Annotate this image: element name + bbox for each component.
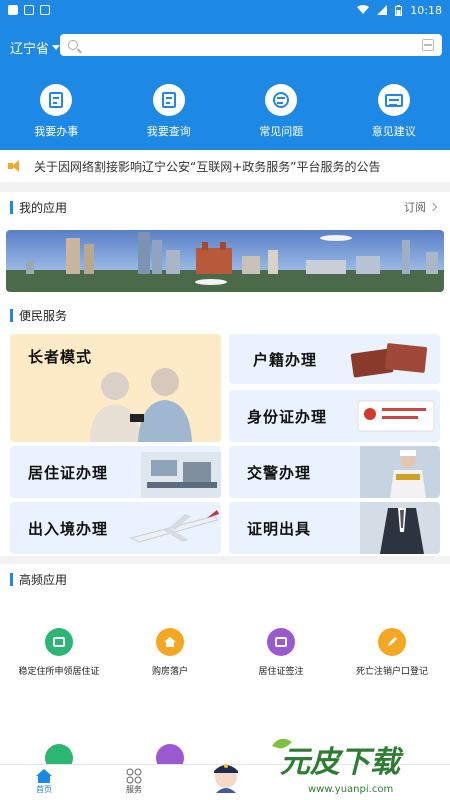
tile-label: 证明出具 xyxy=(247,520,312,538)
section-title: 高频应用 xyxy=(19,572,68,587)
high-freq-header: 高频应用 xyxy=(0,564,450,594)
region-label: 辽宁省 xyxy=(10,42,50,57)
status-time: 10:18 xyxy=(410,3,442,17)
notice-text: 关于因网络割接影响辽宁公安“互联网+政务服务”平台服务的公告 xyxy=(34,159,381,174)
quick-action-feedback[interactable]: 意见建议 xyxy=(338,84,450,139)
image-notification-icon xyxy=(24,5,34,15)
speaker-icon xyxy=(8,160,22,172)
chevron-right-icon xyxy=(428,202,438,212)
status-bar: 10:18 xyxy=(0,0,450,20)
services-grid: 长者模式 户籍办理 身份证办理 居住证办理 交警办理 出入境办理 证明出具 xyxy=(0,328,450,556)
nav-assistant[interactable] xyxy=(196,759,256,793)
tile-residence-permit[interactable]: 居住证办理 xyxy=(10,446,221,498)
office-image xyxy=(141,452,221,498)
tile-label: 出入境办理 xyxy=(28,520,109,538)
notice-bar[interactable]: 关于因网络割接影响辽宁公安“互联网+政务服务”平台服务的公告 xyxy=(0,150,450,182)
house-icon xyxy=(156,628,184,656)
battery-icon xyxy=(395,4,403,16)
nav-label: 首页 xyxy=(36,785,52,794)
traffic-police-image xyxy=(360,446,440,498)
pencil-icon xyxy=(378,628,406,656)
nav-home[interactable]: 首页 xyxy=(14,768,74,795)
my-apps-header: 我的应用 订阅 xyxy=(0,192,450,222)
freq-item-house[interactable]: 购房落户 xyxy=(114,628,226,677)
subscribe-link[interactable]: 订阅 xyxy=(404,199,438,215)
quick-action-label: 意见建议 xyxy=(371,125,416,138)
airplane-image xyxy=(129,510,219,543)
section-marker xyxy=(10,572,13,586)
wifi-icon xyxy=(357,5,370,14)
section-title: 我的应用 xyxy=(19,200,68,215)
section-marker xyxy=(10,200,13,214)
tile-label: 居住证办理 xyxy=(28,464,109,482)
freq-label: 居住证签注 xyxy=(258,667,304,677)
quick-action-label: 我要办事 xyxy=(34,125,79,138)
signal-icon xyxy=(377,5,388,15)
nav-services[interactable]: 服务 xyxy=(104,768,164,795)
search-doc-icon xyxy=(161,92,176,108)
city-skyline-image xyxy=(6,232,444,292)
tile-traffic-police[interactable]: 交警办理 xyxy=(229,446,440,498)
tile-certificate[interactable]: 证明出具 xyxy=(229,502,440,554)
scan-icon[interactable] xyxy=(422,39,434,51)
id-card-icon xyxy=(45,628,73,656)
chat-icon xyxy=(273,92,290,108)
freq-label: 稳定住所申领居住证 xyxy=(18,667,100,677)
freq-item-residence[interactable]: 稳定住所申领居住证 xyxy=(3,628,115,677)
bottom-nav: 首页 服务 xyxy=(0,764,450,800)
search-icon xyxy=(68,40,78,50)
home-icon xyxy=(36,769,52,783)
search-bar[interactable] xyxy=(60,34,442,56)
high-freq-grid: 稳定住所申领居住证 购房落户 居住证签注 死亡注销户口登记 xyxy=(0,594,450,772)
tile-label: 户籍办理 xyxy=(253,351,318,369)
nav-label: 服务 xyxy=(126,785,142,794)
tile-exit-entry[interactable]: 出入境办理 xyxy=(10,502,221,554)
quick-action-label: 常见问题 xyxy=(259,125,304,138)
mail-icon xyxy=(384,93,403,107)
region-selector[interactable]: 辽宁省 xyxy=(10,38,61,57)
freq-item-endorse[interactable]: 居住证签注 xyxy=(225,628,337,677)
tile-household[interactable]: 户籍办理 xyxy=(229,334,440,384)
document-icon xyxy=(49,92,64,108)
quick-action-faq[interactable]: 常见问题 xyxy=(225,84,338,139)
banner-section xyxy=(0,222,450,300)
search-input[interactable] xyxy=(84,38,422,52)
card-icon xyxy=(267,628,295,656)
freq-item-death[interactable]: 死亡注销户口登记 xyxy=(336,628,448,677)
tile-label: 身份证办理 xyxy=(247,408,328,426)
grid-icon xyxy=(126,768,142,784)
freq-label: 购房落户 xyxy=(151,667,188,677)
city-banner[interactable] xyxy=(6,230,444,292)
tile-elder-mode[interactable]: 长者模式 xyxy=(10,334,221,442)
section-title: 便民服务 xyxy=(19,308,68,323)
a-notification-icon xyxy=(40,5,50,15)
services-header: 便民服务 xyxy=(0,300,450,330)
subscribe-label: 订阅 xyxy=(404,201,426,214)
elderly-couple-image xyxy=(90,368,192,442)
section-marker xyxy=(10,308,13,322)
tile-id-card[interactable]: 身份证办理 xyxy=(229,390,440,442)
quick-actions: 我要办事 我要查询 常见问题 意见建议 xyxy=(0,84,450,139)
id-card-image xyxy=(357,400,435,432)
quick-action-label: 我要查询 xyxy=(146,125,191,138)
quick-action-query[interactable]: 我要查询 xyxy=(113,84,226,139)
businessman-image xyxy=(360,502,440,554)
app-notification-icon xyxy=(8,5,18,15)
header: 辽宁省 我要办事 我要查询 常见问题 意见建议 xyxy=(0,20,450,150)
tile-label: 交警办理 xyxy=(247,464,312,482)
household-book-image xyxy=(350,343,428,378)
police-avatar-icon xyxy=(214,764,238,793)
quick-action-handle[interactable]: 我要办事 xyxy=(0,84,113,139)
freq-label: 死亡注销户口登记 xyxy=(355,667,428,677)
chevron-down-icon xyxy=(52,45,61,50)
